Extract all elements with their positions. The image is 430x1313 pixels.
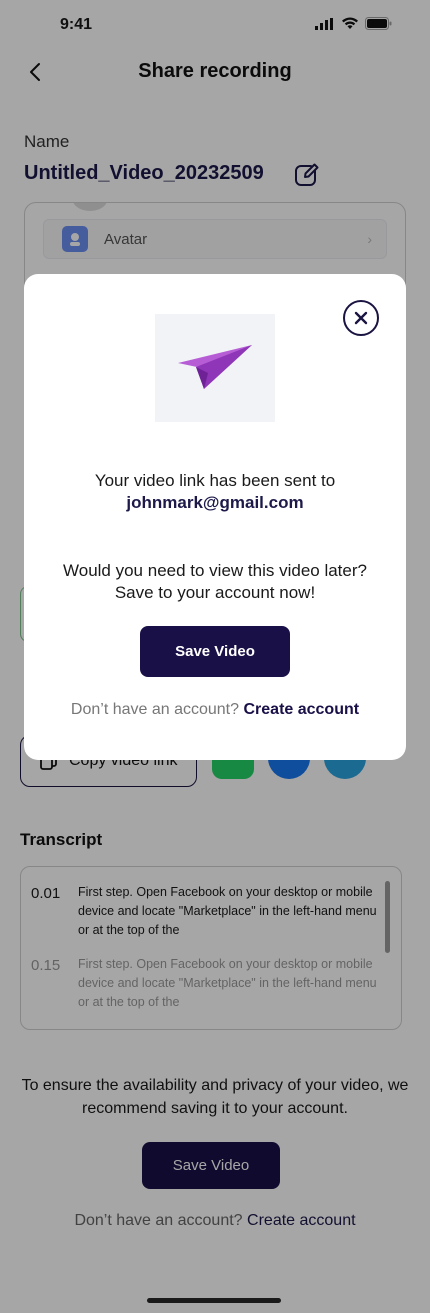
- home-indicator: [147, 1298, 281, 1303]
- sent-message: Your video link has been sent to johnmar…: [24, 470, 406, 514]
- modal-save-video-button[interactable]: Save Video: [140, 626, 290, 677]
- recipient-email: johnmark@gmail.com: [126, 493, 304, 512]
- modal-create-account-link[interactable]: Create account: [243, 701, 359, 718]
- modal-account-prompt: Don’t have an account? Create account: [24, 701, 406, 719]
- sent-text: Your video link has been sent to: [94, 471, 336, 490]
- save-prompt: Would you need to view this video later?…: [63, 561, 367, 602]
- modal-no-account-text: Don’t have an account?: [70, 701, 240, 718]
- close-button[interactable]: [343, 300, 379, 336]
- share-success-modal: Your video link has been sent to johnmar…: [24, 274, 406, 760]
- paper-plane-illustration: [155, 314, 275, 422]
- paper-plane-icon: [178, 345, 252, 389]
- close-icon: [354, 311, 368, 325]
